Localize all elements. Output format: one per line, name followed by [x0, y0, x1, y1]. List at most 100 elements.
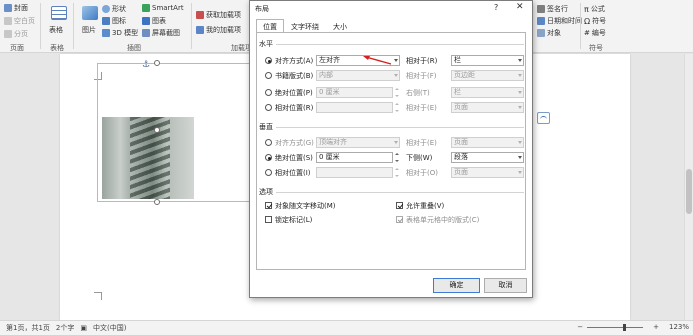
lock-anchor-option[interactable]: 锁定标记(L)	[265, 214, 312, 225]
ok-button[interactable]: 确定	[433, 278, 480, 293]
blank-page-button[interactable]: 空白页	[4, 16, 35, 26]
h-relative-option[interactable]: 相对位置(R)	[265, 102, 313, 113]
3d-models-label: 3D 模型	[112, 29, 139, 37]
v-relative-relative-label: 相对于(O)	[406, 169, 438, 177]
chevron-down-icon	[394, 141, 398, 144]
shapes-icon	[102, 5, 110, 13]
picture-button[interactable]: 图片	[82, 25, 96, 35]
layout-in-cell-checkbox[interactable]	[396, 216, 403, 223]
cover-page-label: 封面	[14, 4, 28, 12]
signature-line-button[interactable]: 签名行	[537, 4, 568, 14]
help-button[interactable]: ?	[494, 3, 498, 12]
section-divider	[276, 127, 524, 128]
3d-models-button[interactable]: 3D 模型	[102, 28, 138, 38]
layout-in-cell-option[interactable]: 表格单元格中的版式(C)	[396, 214, 479, 225]
selected-picture[interactable]	[102, 117, 194, 199]
language-indicator[interactable]: 中文(中国)	[93, 323, 126, 333]
v-relative-relative-select[interactable]: 页面	[451, 167, 524, 178]
get-addins-button[interactable]: 获取加载项	[196, 10, 241, 20]
h-relative-radio[interactable]	[265, 104, 272, 111]
resize-handle[interactable]	[154, 60, 160, 66]
allow-overlap-option[interactable]: 允许重叠(V)	[396, 200, 444, 211]
smartart-label: SmartArt	[152, 4, 184, 12]
chart-label: 图表	[152, 17, 166, 25]
chart-button[interactable]: 图表	[142, 16, 166, 26]
v-absolute-relative-select[interactable]: 段落	[451, 152, 524, 163]
zoom-in-button[interactable]: +	[653, 323, 659, 331]
screenshot-button[interactable]: 屏幕截图	[142, 28, 180, 38]
annotation-arrow-icon	[363, 56, 392, 65]
icons-button[interactable]: 图标	[102, 16, 126, 26]
book-layout-option[interactable]: 书籍版式(B)	[265, 70, 313, 81]
v-alignment-option[interactable]: 对齐方式(G)	[265, 137, 314, 148]
tab-size[interactable]: 大小	[326, 19, 354, 32]
v-absolute-spinner[interactable]	[394, 152, 400, 163]
chevron-down-icon	[518, 171, 522, 174]
h-alignment-relative-select[interactable]: 栏	[451, 55, 524, 66]
v-relative-radio[interactable]	[265, 169, 272, 176]
h-absolute-radio[interactable]	[265, 89, 272, 96]
v-alignment-relative-select[interactable]: 页面	[451, 137, 524, 148]
v-relative-spinner[interactable]	[394, 167, 400, 178]
zoom-control: − + 123%	[571, 323, 689, 331]
move-with-text-option[interactable]: 对象随文字移动(M)	[265, 200, 336, 211]
h-absolute-spinner[interactable]	[394, 87, 400, 98]
vertical-scrollbar[interactable]	[684, 54, 693, 320]
h-relative-spinner[interactable]	[394, 102, 400, 113]
h-alignment-option[interactable]: 对齐方式(A)	[265, 55, 313, 66]
date-time-button[interactable]: 日期和时间	[537, 16, 582, 26]
h-absolute-option[interactable]: 绝对位置(P)	[265, 87, 313, 98]
proofing-icon[interactable]: ▣	[80, 324, 87, 332]
v-relative-input[interactable]	[316, 167, 393, 178]
v-absolute-radio[interactable]	[265, 154, 272, 161]
table-button[interactable]: 表格	[49, 25, 63, 35]
move-with-text-checkbox[interactable]	[265, 202, 272, 209]
scrollbar-thumb[interactable]	[686, 169, 692, 214]
tab-text-wrapping[interactable]: 文字环绕	[284, 19, 326, 32]
h-absolute-relative-select[interactable]: 栏	[451, 87, 524, 98]
zoom-slider-thumb[interactable]	[623, 323, 627, 331]
object-button[interactable]: 对象	[537, 28, 561, 38]
book-layout-select[interactable]: 内部	[316, 70, 400, 81]
v-relative-option[interactable]: 相对位置(I)	[265, 167, 311, 178]
v-alignment-radio[interactable]	[265, 139, 272, 146]
page-count[interactable]: 第1页，共1页	[6, 323, 50, 333]
allow-overlap-checkbox[interactable]	[396, 202, 403, 209]
dialog-titlebar[interactable]: 布局 ? ✕	[250, 1, 532, 15]
symbol-button[interactable]: Ω 符号	[584, 16, 606, 26]
zoom-out-button[interactable]: −	[577, 323, 583, 331]
number-button[interactable]: # 编号	[584, 28, 606, 38]
h-alignment-radio[interactable]	[265, 57, 272, 64]
book-layout-relative-value: 页边距	[454, 71, 475, 79]
screenshot-icon	[142, 29, 150, 37]
h-absolute-input[interactable]: 0 厘米	[316, 87, 393, 98]
resize-handle[interactable]	[154, 199, 160, 205]
book-layout-relative-label: 相对于(F)	[406, 72, 437, 80]
zoom-level[interactable]: 123%	[669, 323, 689, 331]
smartart-button[interactable]: SmartArt	[142, 4, 184, 12]
book-layout-radio[interactable]	[265, 72, 272, 79]
zoom-slider[interactable]	[587, 323, 644, 331]
tab-position[interactable]: 位置	[256, 19, 284, 32]
cover-page-button[interactable]: 封面	[4, 3, 28, 13]
shapes-button[interactable]: 形状	[102, 4, 126, 14]
layout-options-button[interactable]	[537, 112, 550, 124]
lock-anchor-checkbox[interactable]	[265, 216, 272, 223]
my-addins-label: 我的加载项	[206, 26, 241, 34]
v-alignment-select[interactable]: 顶端对齐	[316, 137, 400, 148]
v-absolute-option[interactable]: 绝对位置(S)	[265, 152, 313, 163]
lock-anchor-label: 锁定标记(L)	[275, 215, 313, 224]
picture-icon	[82, 6, 98, 20]
word-count[interactable]: 2个字	[56, 323, 74, 333]
h-relative-input[interactable]	[316, 102, 393, 113]
ribbon-separator	[580, 3, 581, 49]
cancel-button[interactable]: 取消	[484, 278, 527, 293]
my-addins-button[interactable]: 我的加载项	[196, 25, 241, 35]
resize-handle[interactable]	[154, 127, 160, 133]
equation-button[interactable]: π 公式	[584, 4, 605, 14]
page-break-button[interactable]: 分页	[4, 29, 28, 39]
close-icon[interactable]: ✕	[516, 2, 524, 12]
h-relative-relative-select[interactable]: 页面	[451, 102, 524, 113]
book-layout-relative-select[interactable]: 页边距	[451, 70, 524, 81]
v-absolute-input[interactable]: 0 厘米	[316, 152, 393, 163]
